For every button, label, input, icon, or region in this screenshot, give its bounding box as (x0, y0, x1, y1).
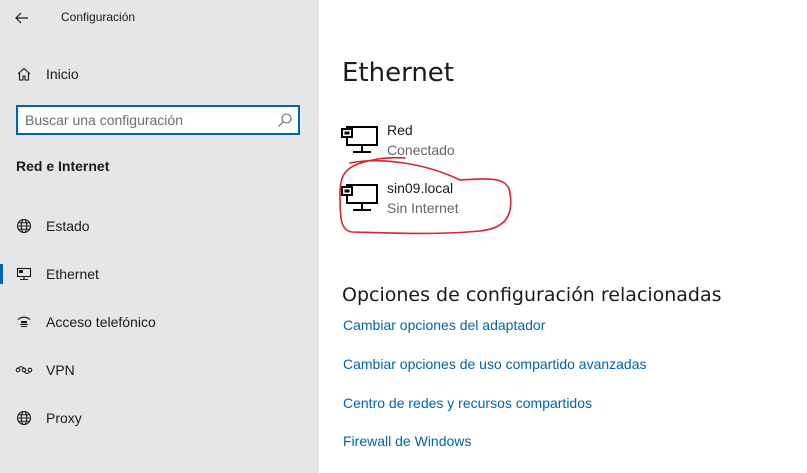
section-title: Red e Internet (16, 158, 110, 174)
ethernet-network-icon (341, 184, 378, 211)
link-advanced-sharing[interactable]: Cambiar opciones de uso compartido avanz… (343, 356, 647, 372)
ethernet-icon (14, 264, 34, 284)
related-settings-title: Opciones de configuración relacionadas (342, 284, 722, 306)
dial-up-icon (14, 312, 34, 332)
link-network-sharing-center[interactable]: Centro de redes y recursos compartidos (343, 395, 592, 411)
sidebar-item-vpn[interactable]: VPN (0, 350, 319, 390)
sidebar-item-home[interactable]: Inicio (0, 54, 319, 94)
page-title: Ethernet (342, 58, 454, 88)
vpn-icon (14, 360, 34, 380)
network-name: Red (387, 122, 413, 138)
ethernet-network-icon (341, 126, 378, 153)
search-box[interactable] (16, 105, 300, 135)
link-adapter-options[interactable]: Cambiar opciones del adaptador (343, 317, 545, 333)
network-name: sin09.local (387, 180, 454, 196)
active-indicator (0, 264, 3, 284)
sidebar-item-proxy[interactable]: Proxy (0, 398, 319, 438)
sidebar-item-label: Ethernet (46, 266, 99, 282)
sidebar-item-label: Estado (46, 218, 90, 234)
globe-icon (14, 216, 34, 236)
globe-icon (14, 408, 34, 428)
sidebar-item-label: Acceso telefónico (46, 314, 156, 330)
network-item-red[interactable]: Red Conectado (341, 122, 641, 166)
search-icon[interactable] (277, 112, 293, 128)
sidebar-item-label: Inicio (46, 66, 79, 82)
main-content: Ethernet Red Conectado sin09.local Sin I… (319, 0, 807, 473)
back-arrow-icon (15, 12, 28, 24)
search-input[interactable] (25, 111, 265, 129)
sidebar-item-label: VPN (46, 362, 75, 378)
link-windows-firewall[interactable]: Firewall de Windows (343, 433, 471, 449)
sidebar-item-label: Proxy (46, 410, 82, 426)
network-status: Conectado (387, 142, 455, 158)
home-icon (14, 64, 34, 84)
sidebar-item-dial-up[interactable]: Acceso telefónico (0, 302, 319, 342)
sidebar-item-estado[interactable]: Estado (0, 206, 319, 246)
network-status: Sin Internet (387, 200, 459, 216)
title-bar: Configuración (0, 0, 319, 36)
sidebar: Configuración Inicio Red e Internet Esta… (0, 0, 319, 473)
window-title: Configuración (61, 10, 136, 24)
sidebar-item-ethernet[interactable]: Ethernet (0, 254, 319, 294)
network-item-sin09-local[interactable]: sin09.local Sin Internet (341, 180, 641, 224)
back-button[interactable] (8, 4, 36, 32)
